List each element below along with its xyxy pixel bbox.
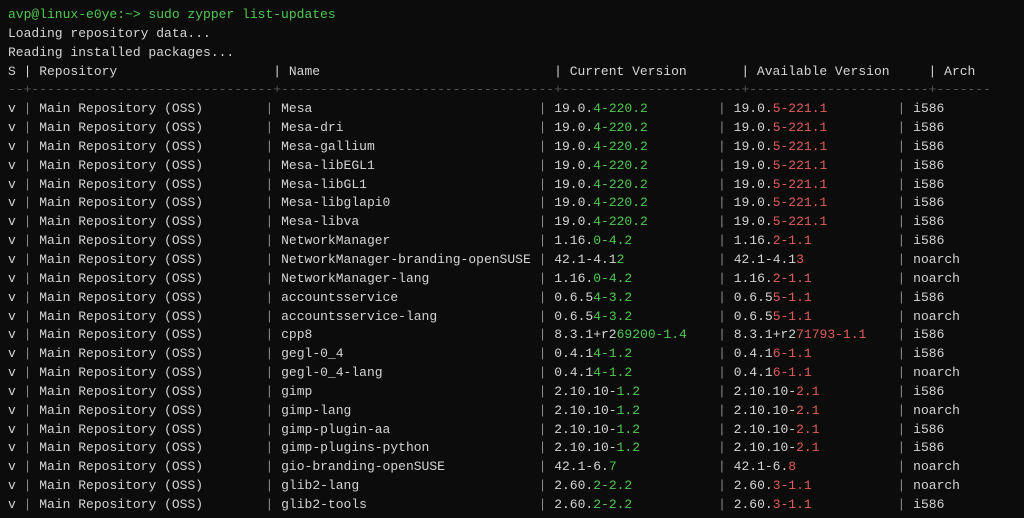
table-row: v | Main Repository (OSS) | gegl-0_4-lan… (8, 364, 1016, 383)
table-row: v | Main Repository (OSS) | gimp | 2.10.… (8, 383, 1016, 402)
table-row: v | Main Repository (OSS) | NetworkManag… (8, 232, 1016, 251)
table-row: v | Main Repository (OSS) | Mesa-gallium… (8, 138, 1016, 157)
loading-repo-line: Loading repository data... (8, 25, 1016, 44)
table-row: v | Main Repository (OSS) | accountsserv… (8, 289, 1016, 308)
table-row: v | Main Repository (OSS) | Mesa-dri | 1… (8, 119, 1016, 138)
table-row: v | Main Repository (OSS) | Mesa-libGL1 … (8, 176, 1016, 195)
table-row: v | Main Repository (OSS) | gimp-lang | … (8, 402, 1016, 421)
table-body: v | Main Repository (OSS) | Mesa | 19.0.… (8, 100, 1016, 512)
table-row: v | Main Repository (OSS) | Mesa-libEGL1… (8, 157, 1016, 176)
table-row: v | Main Repository (OSS) | gegl-0_4 | 0… (8, 345, 1016, 364)
table-row: v | Main Repository (OSS) | accountsserv… (8, 308, 1016, 327)
reading-packages-line: Reading installed packages... (8, 44, 1016, 63)
table-row: v | Main Repository (OSS) | NetworkManag… (8, 251, 1016, 270)
table-header: S | Repository | Name | Current Version … (8, 63, 1016, 82)
table-separator: --+-------------------------------+-----… (8, 81, 1016, 100)
table-row: v | Main Repository (OSS) | glib2-lang |… (8, 477, 1016, 496)
table-row: v | Main Repository (OSS) | cpp8 | 8.3.1… (8, 326, 1016, 345)
table-row: v | Main Repository (OSS) | gimp-plugin-… (8, 421, 1016, 440)
table-row: v | Main Repository (OSS) | gimp-plugins… (8, 439, 1016, 458)
table-row: v | Main Repository (OSS) | gio-branding… (8, 458, 1016, 477)
terminal-window: avp@linux-e0ye:~> sudo zypper list-updat… (8, 6, 1016, 512)
table-row: v | Main Repository (OSS) | Mesa-libva |… (8, 213, 1016, 232)
table-row: v | Main Repository (OSS) | Mesa-libglap… (8, 194, 1016, 213)
table-row: v | Main Repository (OSS) | Mesa | 19.0.… (8, 100, 1016, 119)
table-row: v | Main Repository (OSS) | glib2-tools … (8, 496, 1016, 512)
prompt-line: avp@linux-e0ye:~> sudo zypper list-updat… (8, 6, 1016, 25)
table-row: v | Main Repository (OSS) | NetworkManag… (8, 270, 1016, 289)
